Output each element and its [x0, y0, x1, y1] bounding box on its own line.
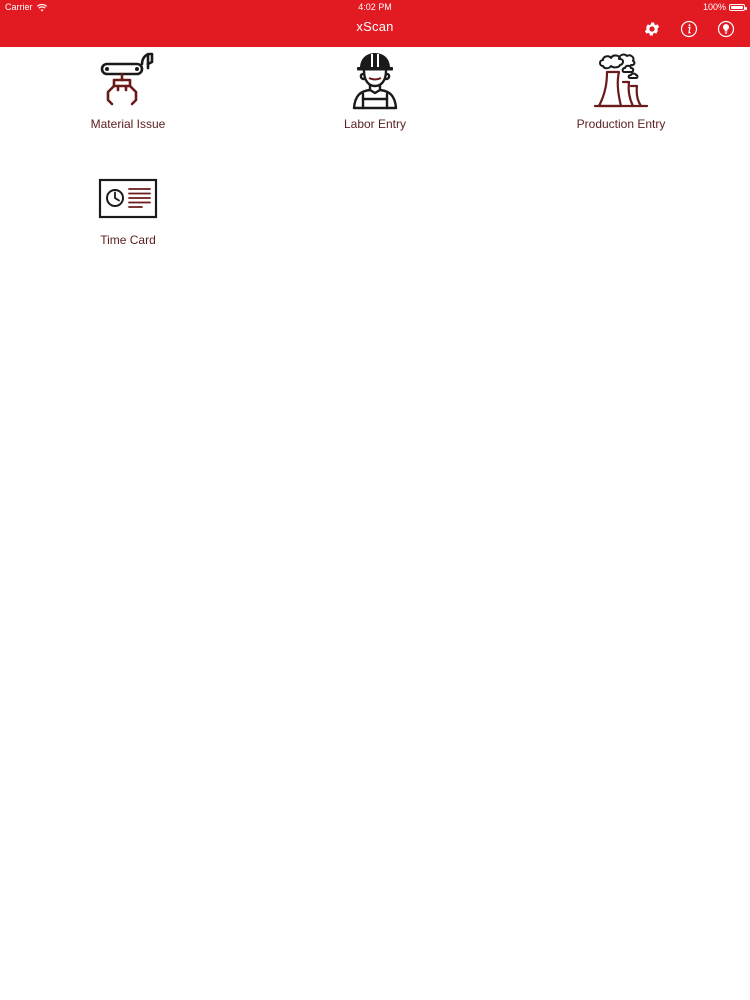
production-entry-tile[interactable]: Production Entry	[531, 50, 711, 132]
battery-percent: 100%	[702, 2, 726, 12]
worker-hardhat-icon	[352, 53, 398, 110]
robotic-claw-icon	[100, 52, 154, 106]
labor-entry-tile[interactable]: Labor Entry	[285, 50, 465, 132]
info-button[interactable]	[679, 19, 699, 39]
gear-icon	[644, 22, 660, 36]
status-bar: Carrier 4:02 PM 100%	[0, 0, 750, 15]
tile-label: Material Issue	[90, 117, 166, 131]
battery-indicator: 100%	[702, 0, 747, 15]
lightbulb-icon	[717, 20, 735, 38]
tile-label: Time Card	[100, 233, 156, 247]
tile-label: Labor Entry	[343, 117, 407, 131]
tile-label: Production Entry	[576, 117, 666, 131]
nav-actions	[642, 19, 736, 39]
material-issue-tile[interactable]: Material Issue	[38, 50, 218, 132]
tips-button[interactable]	[716, 19, 736, 39]
time-card-tile[interactable]: Time Card	[38, 166, 218, 248]
factory-smokestack-icon	[593, 53, 649, 108]
navigation-bar: Carrier 4:02 PM 100% xScan	[0, 0, 750, 47]
app-title: xScan	[356, 19, 394, 34]
battery-icon	[729, 4, 747, 11]
status-time: 4:02 PM	[358, 2, 392, 12]
info-icon	[680, 20, 698, 38]
time-card-icon	[98, 178, 158, 219]
settings-button[interactable]	[642, 19, 662, 39]
